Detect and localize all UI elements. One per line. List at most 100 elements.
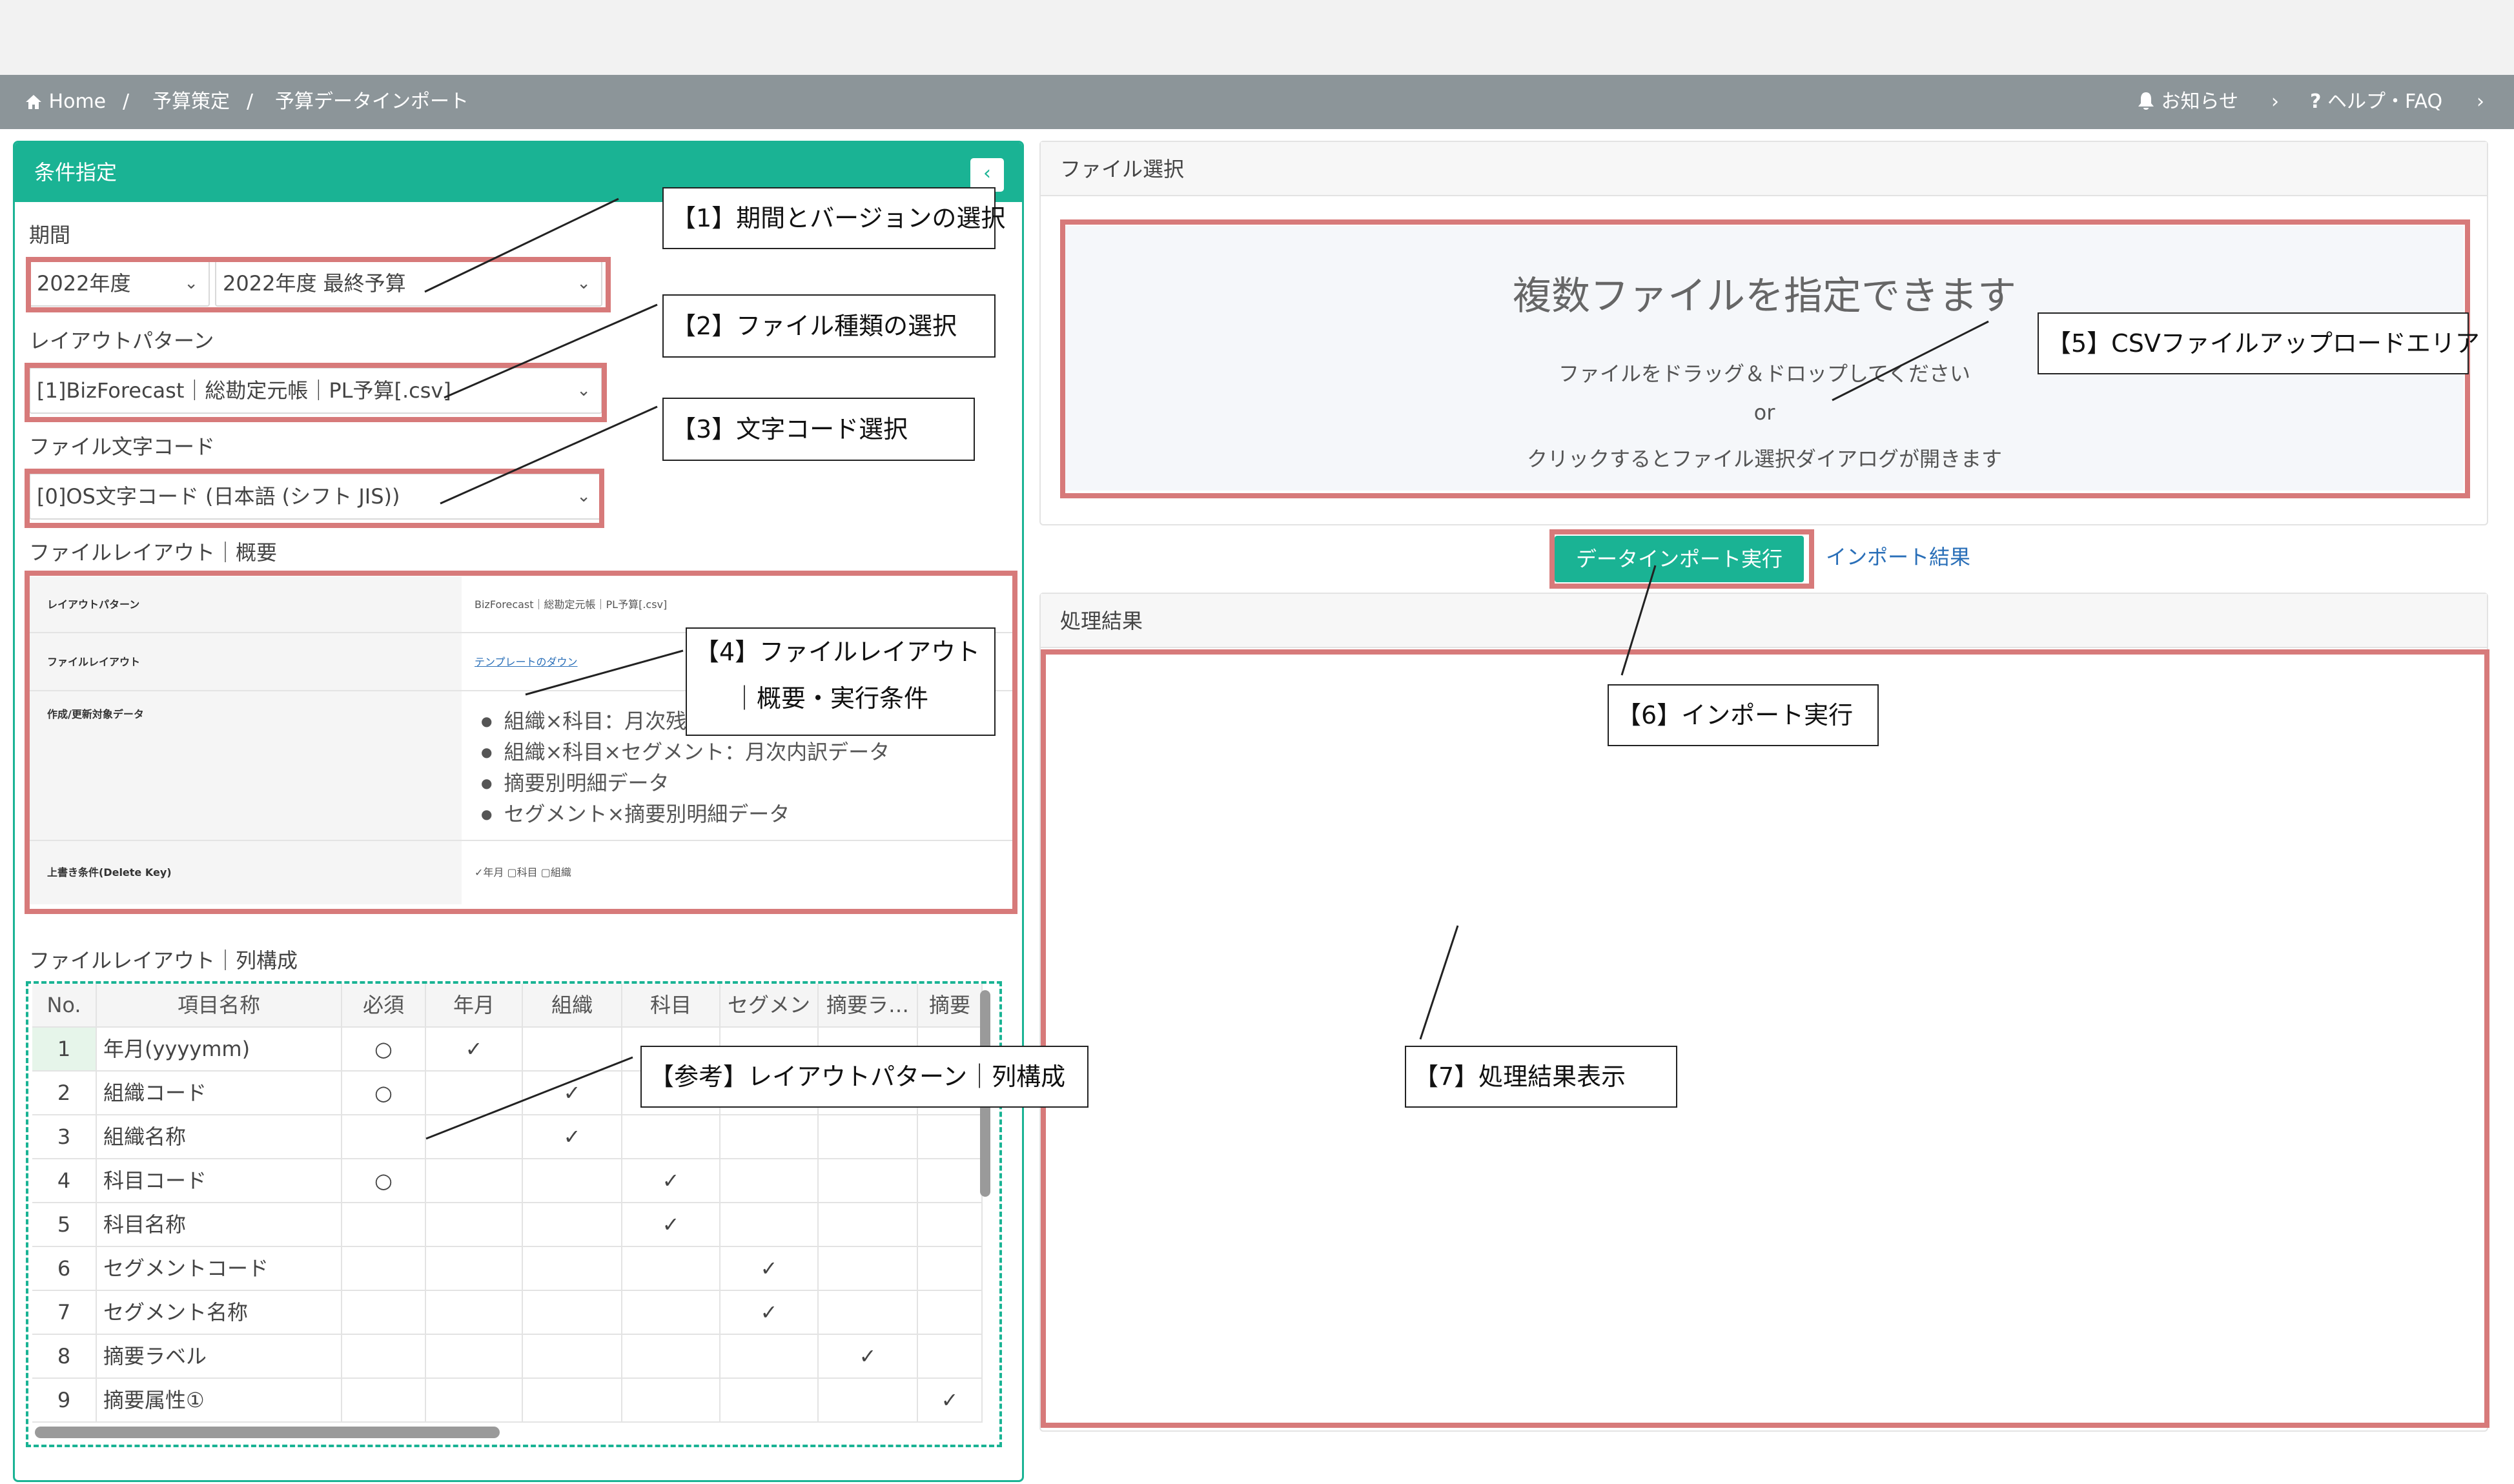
grid-row-number[interactable]: 4: [32, 1159, 97, 1203]
file-select-title: ファイル選択: [1041, 142, 2487, 196]
grid-flag-cell[interactable]: ✓: [918, 1379, 983, 1423]
grid-flag-cell[interactable]: [819, 1159, 918, 1203]
grid-item-name[interactable]: 組織コード: [97, 1072, 342, 1115]
grid-row-number[interactable]: 7: [32, 1291, 97, 1335]
grid-flag-cell[interactable]: ✓: [720, 1291, 819, 1335]
grid-flag-cell[interactable]: [426, 1203, 523, 1247]
grid-flag-cell[interactable]: [622, 1335, 720, 1379]
grid-header-cell[interactable]: 摘要ラ…: [819, 984, 918, 1028]
grid-flag-cell[interactable]: [523, 1203, 622, 1247]
grid-flag-cell[interactable]: [342, 1203, 426, 1247]
grid-header-cell[interactable]: セグメン: [720, 984, 819, 1028]
grid-flag-cell[interactable]: [342, 1335, 426, 1379]
grid-flag-cell[interactable]: [426, 1291, 523, 1335]
grid-flag-cell[interactable]: [918, 1203, 983, 1247]
grid-flag-cell[interactable]: ✓: [622, 1203, 720, 1247]
layout-pattern-label: レイアウトパターン: [29, 329, 214, 353]
grid-flag-cell[interactable]: [819, 1291, 918, 1335]
grid-header-cell[interactable]: 項目名称: [97, 984, 342, 1028]
grid-flag-cell[interactable]: [819, 1247, 918, 1291]
grid-header-cell[interactable]: 組織: [523, 984, 622, 1028]
grid-flag-cell[interactable]: ○: [342, 1072, 426, 1115]
grid-flag-cell[interactable]: ○: [342, 1028, 426, 1072]
grid-flag-cell[interactable]: [819, 1379, 918, 1423]
grid-header-cell[interactable]: 必須: [342, 984, 426, 1028]
grid-flag-cell[interactable]: [426, 1159, 523, 1203]
grid-row-number[interactable]: 9: [32, 1379, 97, 1423]
grid-item-name[interactable]: 摘要属性①: [97, 1379, 342, 1423]
callout-encoding: 【3】文字コード選択: [662, 398, 975, 461]
grid-flag-cell[interactable]: [523, 1159, 622, 1203]
grid-row-number[interactable]: 3: [32, 1115, 97, 1159]
breadcrumb-budget-planning[interactable]: 予算策定: [152, 75, 230, 129]
grid-flag-cell[interactable]: ✓: [819, 1335, 918, 1379]
grid-flag-cell[interactable]: [342, 1115, 426, 1159]
grid-flag-cell[interactable]: ✓: [622, 1159, 720, 1203]
grid-item-name[interactable]: 科目コード: [97, 1159, 342, 1203]
grid-flag-cell[interactable]: [720, 1115, 819, 1159]
encoding-label: ファイル文字コード: [29, 434, 216, 459]
grid-flag-cell[interactable]: [426, 1247, 523, 1291]
grid-item-name[interactable]: 科目名称: [97, 1203, 342, 1247]
grid-flag-cell[interactable]: [426, 1072, 523, 1115]
grid-row-number[interactable]: 6: [32, 1247, 97, 1291]
grid-flag-cell[interactable]: [426, 1335, 523, 1379]
grid-flag-cell[interactable]: [622, 1379, 720, 1423]
notice-link[interactable]: お知らせ: [2137, 75, 2238, 129]
grid-flag-cell[interactable]: [342, 1291, 426, 1335]
grid-flag-cell[interactable]: [622, 1115, 720, 1159]
grid-item-name[interactable]: 年月(yyyymm): [97, 1028, 342, 1072]
grid-flag-cell[interactable]: [523, 1379, 622, 1423]
grid-item-name[interactable]: 摘要ラベル: [97, 1335, 342, 1379]
bell-icon: [2138, 92, 2154, 110]
grid-item-name[interactable]: セグメント名称: [97, 1291, 342, 1335]
grid-header-cell[interactable]: No.: [32, 984, 97, 1028]
grid-flag-cell[interactable]: [918, 1335, 983, 1379]
grid-flag-cell[interactable]: [918, 1247, 983, 1291]
grid-flag-cell[interactable]: [426, 1115, 523, 1159]
grid-flag-cell[interactable]: [720, 1379, 819, 1423]
grid-flag-cell[interactable]: [720, 1203, 819, 1247]
highlight-import-button: [1549, 529, 1814, 589]
grid-header-cell[interactable]: 摘要: [918, 984, 983, 1028]
grid-flag-cell[interactable]: ✓: [720, 1247, 819, 1291]
grid-flag-cell[interactable]: [523, 1247, 622, 1291]
grid-flag-cell[interactable]: ✓: [426, 1028, 523, 1072]
grid-flag-cell[interactable]: [720, 1335, 819, 1379]
grid-flag-cell[interactable]: ○: [342, 1159, 426, 1203]
grid-header-cell[interactable]: 科目: [622, 984, 720, 1028]
grid-flag-cell[interactable]: [622, 1291, 720, 1335]
grid-flag-cell[interactable]: [523, 1028, 622, 1072]
grid-flag-cell[interactable]: [523, 1291, 622, 1335]
grid-flag-cell[interactable]: ✓: [523, 1072, 622, 1115]
grid-row-number[interactable]: 8: [32, 1335, 97, 1379]
grid-flag-cell[interactable]: [918, 1291, 983, 1335]
grid-row-number[interactable]: 1: [32, 1028, 97, 1072]
callout-import-execute: 【6】インポート実行: [1608, 684, 1879, 746]
import-result-link[interactable]: インポート結果: [1826, 541, 1970, 571]
chevron-left-icon: ‹: [983, 162, 991, 185]
grid-flag-cell[interactable]: [426, 1379, 523, 1423]
breadcrumb-current-page: 予算データインポート: [275, 90, 469, 113]
grid-row-number[interactable]: 2: [32, 1072, 97, 1115]
grid-flag-cell[interactable]: [342, 1379, 426, 1423]
help-link[interactable]: ? ヘルプ・FAQ: [2310, 75, 2442, 129]
grid-row-number[interactable]: 5: [32, 1203, 97, 1247]
grid-flag-cell[interactable]: [918, 1115, 983, 1159]
grid-flag-cell[interactable]: [819, 1203, 918, 1247]
grid-flag-cell[interactable]: [523, 1335, 622, 1379]
grid-item-name[interactable]: 組織名称: [97, 1115, 342, 1159]
home-link[interactable]: Home: [25, 75, 106, 129]
grid-item-name[interactable]: セグメントコード: [97, 1247, 342, 1291]
grid-flag-cell[interactable]: [720, 1159, 819, 1203]
grid-flag-cell[interactable]: [819, 1115, 918, 1159]
grid-flag-cell[interactable]: [918, 1159, 983, 1203]
grid-flag-cell[interactable]: [622, 1247, 720, 1291]
grid-flag-cell[interactable]: [342, 1247, 426, 1291]
breadcrumb: Home / 予算策定 / 予算データインポート お知らせ › ? ヘルプ・FA…: [0, 75, 2514, 129]
grid-flag-cell[interactable]: ✓: [523, 1115, 622, 1159]
grid-header-cell[interactable]: 年月: [426, 984, 523, 1028]
callout-period: 【1】期間とバージョンの選択: [662, 187, 1005, 249]
horizontal-scrollbar[interactable]: [35, 1427, 500, 1438]
help-label: ヘルプ・FAQ: [2327, 90, 2443, 113]
